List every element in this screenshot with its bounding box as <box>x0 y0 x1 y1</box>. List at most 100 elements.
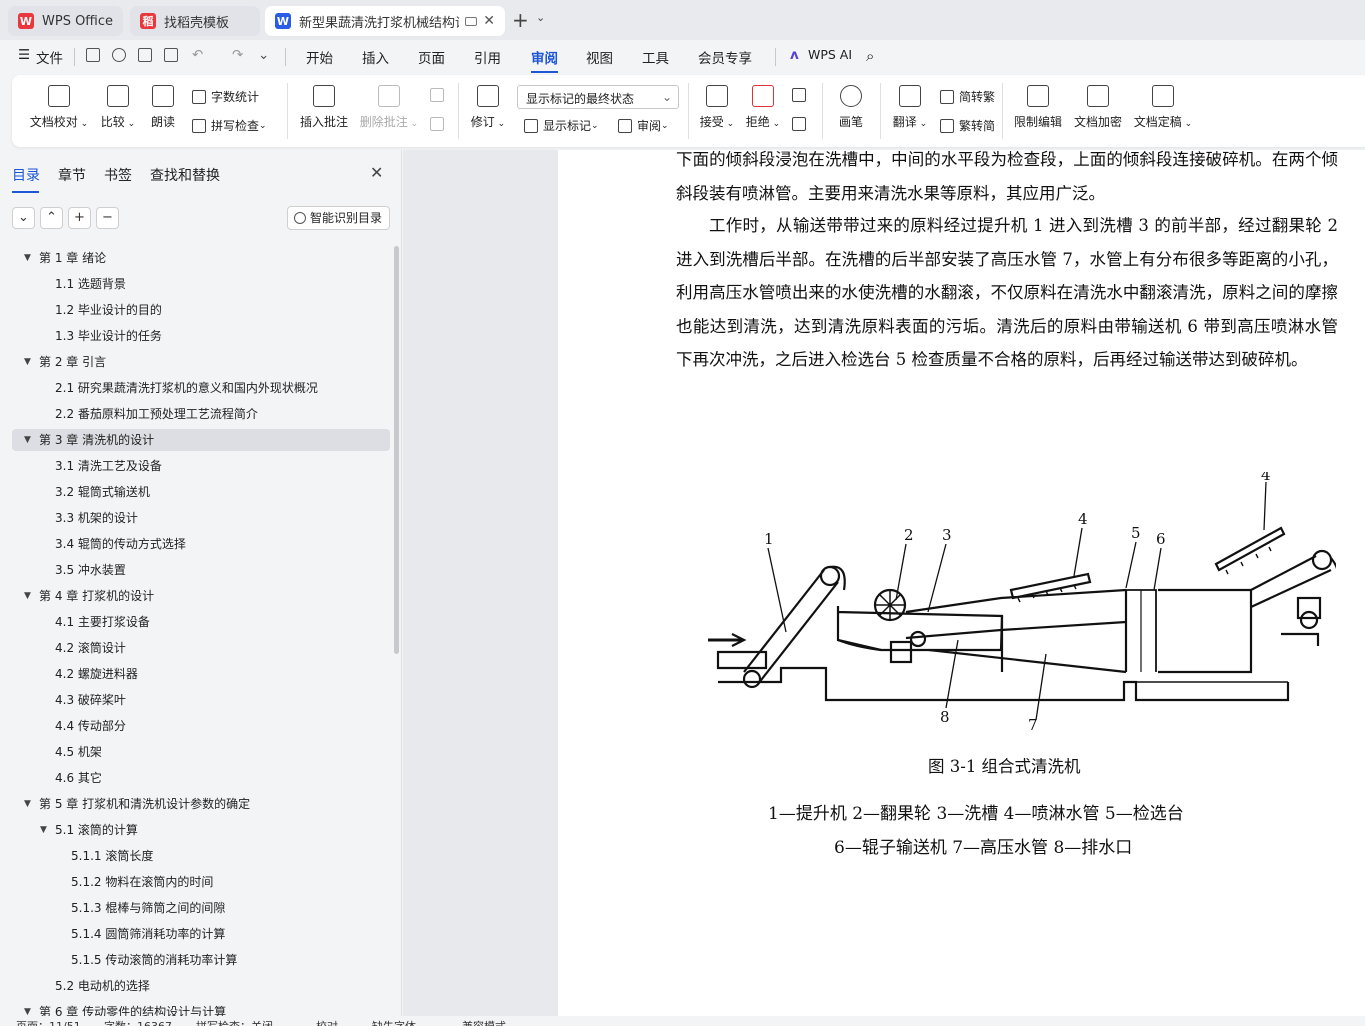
menu-references[interactable]: 引用 <box>474 47 501 67</box>
menu-home[interactable]: 开始 <box>306 47 333 67</box>
tab-toc[interactable]: 目录 <box>12 165 40 193</box>
expand-arrow-icon[interactable]: ▼ <box>40 819 47 841</box>
toc-item[interactable]: 1.2 毕业设计的目的 <box>12 299 390 321</box>
toc-item[interactable]: ▼ 第 4 章 打浆机的设计 <box>12 585 390 607</box>
markup-state-select[interactable]: 显示标记的最终状态 ⌄ <box>517 85 679 109</box>
toc-item[interactable]: 4.1 主要打浆设备 <box>12 611 390 633</box>
spell-status[interactable]: 拼写检查：关闭 <box>196 1018 273 1026</box>
translate-button[interactable]: 翻译 ⌄ <box>890 85 930 130</box>
pen-button[interactable]: 画笔 <box>832 85 870 130</box>
undo-icon[interactable]: ↶ <box>192 47 203 63</box>
new-tab-icon[interactable]: + <box>512 8 529 32</box>
toc-item[interactable]: 1.3 毕业设计的任务 <box>12 325 390 347</box>
collapse-button[interactable]: ⌃ <box>40 207 63 229</box>
tab-wps-office[interactable]: W WPS Office <box>8 6 123 36</box>
revise-button[interactable]: 修订 ⌄ <box>468 85 508 130</box>
toc-item[interactable]: 2.2 番茄原料加工预处理工艺流程简介 <box>12 403 390 425</box>
tab-find-replace[interactable]: 查找和替换 <box>150 165 220 185</box>
delete-comment-button[interactable]: 删除批注 ⌄ <box>358 85 420 130</box>
tab-sections[interactable]: 章节 <box>58 165 86 185</box>
toc-item[interactable]: 5.1.3 棍棒与筛筒之间的间隙 <box>12 897 390 919</box>
redo-icon[interactable]: ↷ <box>232 47 243 63</box>
toc-item[interactable]: ▼ 第 5 章 打浆机和清洗机设计参数的确定 <box>12 793 390 815</box>
prev-change-button[interactable] <box>792 88 811 102</box>
expand-arrow-icon[interactable]: ▼ <box>24 793 31 815</box>
doc-check-button[interactable]: 文档校对 ⌄ <box>28 85 90 130</box>
smart-toc-button[interactable]: 智能识别目录 <box>287 206 390 230</box>
toc-item[interactable]: 3.5 冲水装置 <box>12 559 390 581</box>
toc-item[interactable]: 3.1 清洗工艺及设备 <box>12 455 390 477</box>
show-markup-button[interactable]: 显示标记 ⌄ <box>524 117 599 134</box>
more-icon[interactable]: ⌄ <box>258 47 269 63</box>
share-icon[interactable] <box>112 48 126 62</box>
search-icon[interactable]: ⌕ <box>866 47 874 65</box>
menu-page[interactable]: 页面 <box>418 47 445 67</box>
expand-arrow-icon[interactable]: ▼ <box>24 429 31 451</box>
proof-status[interactable]: 校对 <box>316 1018 338 1026</box>
toc-item[interactable]: 4.4 传动部分 <box>12 715 390 737</box>
spell-check-button[interactable]: 拼写检查 ⌄ <box>192 117 267 134</box>
toc-item[interactable]: 5.1.5 传动滚筒的消耗功率计算 <box>12 949 390 971</box>
reject-button[interactable]: 拒绝 ⌄ <box>744 85 782 130</box>
hamburger-icon[interactable]: ☰ <box>18 47 30 63</box>
menu-file[interactable]: 文件 <box>36 47 63 67</box>
next-comment-button[interactable] <box>430 117 449 131</box>
toc-item[interactable]: 3.3 机架的设计 <box>12 507 390 529</box>
menu-view[interactable]: 视图 <box>586 47 613 67</box>
tab-bookmarks[interactable]: 书签 <box>104 165 132 185</box>
expand-arrow-icon[interactable]: ▼ <box>24 585 31 607</box>
finalize-button[interactable]: 文档定稿 ⌄ <box>1132 85 1194 130</box>
toc-item[interactable]: ▼ 第 1 章 绪论 <box>12 247 390 269</box>
toc-item[interactable]: 3.2 辊筒式输送机 <box>12 481 390 503</box>
toc-item[interactable]: ▼ 第 3 章 清洗机的设计 <box>12 429 390 451</box>
prev-comment-button[interactable] <box>430 88 449 102</box>
restrict-edit-button[interactable]: 限制编辑 <box>1012 85 1064 130</box>
close-tab-icon[interactable]: ✕ <box>483 13 495 29</box>
toc-item[interactable]: 4.5 机架 <box>12 741 390 763</box>
save-icon[interactable] <box>86 48 100 62</box>
remove-heading-button[interactable]: − <box>96 207 119 229</box>
toc-item[interactable]: 4.2 滚筒设计 <box>12 637 390 659</box>
insert-comment-button[interactable]: 插入批注 <box>298 85 350 130</box>
word-count-status[interactable]: 字数：16367 <box>104 1018 172 1026</box>
accept-button[interactable]: 接受 ⌄ <box>698 85 736 130</box>
toc-item[interactable]: 5.2 电动机的选择 <box>12 975 390 997</box>
toc-item[interactable]: 2.1 研究果蔬清洗打浆机的意义和国内外现状概况 <box>12 377 390 399</box>
toc-item[interactable]: 5.1.2 物料在滚筒内的时间 <box>12 871 390 893</box>
read-aloud-button[interactable]: 朗读 <box>148 85 178 130</box>
menu-member[interactable]: 会员专享 <box>698 47 752 67</box>
menu-insert[interactable]: 插入 <box>362 47 389 67</box>
document-page[interactable]: 下面的倾斜段浸泡在洗槽中，中间的水平段为检查段，上面的倾斜段连接破碎机。在两个倾… <box>558 150 1365 1016</box>
page-indicator[interactable]: 页面：11/51 <box>16 1018 81 1026</box>
toc-scrollbar[interactable] <box>394 246 399 654</box>
toc-item[interactable]: 3.4 辊筒的传动方式选择 <box>12 533 390 555</box>
toc-item[interactable]: 5.1.4 圆筒筛消耗功率的计算 <box>12 923 390 945</box>
add-heading-button[interactable]: + <box>68 207 91 229</box>
chevron-down-icon[interactable]: ⌄ <box>536 11 545 24</box>
compare-button[interactable]: 比较 ⌄ <box>98 85 138 130</box>
toc-item[interactable]: 1.1 选题背景 <box>12 273 390 295</box>
toc-item[interactable]: ▼ 5.1 滚筒的计算 <box>12 819 390 841</box>
tab-docer-templates[interactable]: 稻 找稻壳模板 <box>130 6 260 36</box>
expand-arrow-icon[interactable]: ▼ <box>24 247 31 269</box>
expand-arrow-icon[interactable]: ▼ <box>24 351 31 373</box>
trad-to-simp-button[interactable]: 繁转简 <box>940 117 995 134</box>
print-preview-icon[interactable] <box>164 48 178 62</box>
toc-item[interactable]: 4.2 螺旋进料器 <box>12 663 390 685</box>
toc-item[interactable]: ▼ 第 2 章 引言 <box>12 351 390 373</box>
word-count-button[interactable]: 字数统计 <box>192 88 259 105</box>
review-pane-button[interactable]: 审阅 ⌄ <box>618 117 669 134</box>
missing-font-status[interactable]: 缺失字体 <box>372 1018 416 1026</box>
close-pane-icon[interactable]: ✕ <box>370 163 383 182</box>
menu-wps-ai[interactable]: WPS AI <box>808 47 852 62</box>
expand-all-button[interactable]: ⌄ <box>12 207 35 229</box>
encrypt-button[interactable]: 文档加密 <box>1072 85 1124 130</box>
simp-to-trad-button[interactable]: 简转繁 <box>940 88 995 105</box>
toc-item[interactable]: 4.6 其它 <box>12 767 390 789</box>
print-icon[interactable] <box>138 48 152 62</box>
menu-tools[interactable]: 工具 <box>642 47 669 67</box>
menu-review[interactable]: 审阅 <box>531 47 558 73</box>
screen-icon[interactable] <box>465 16 478 26</box>
toc-item[interactable]: 4.3 破碎桨叶 <box>12 689 390 711</box>
toc-item[interactable]: 5.1.1 滚筒长度 <box>12 845 390 867</box>
